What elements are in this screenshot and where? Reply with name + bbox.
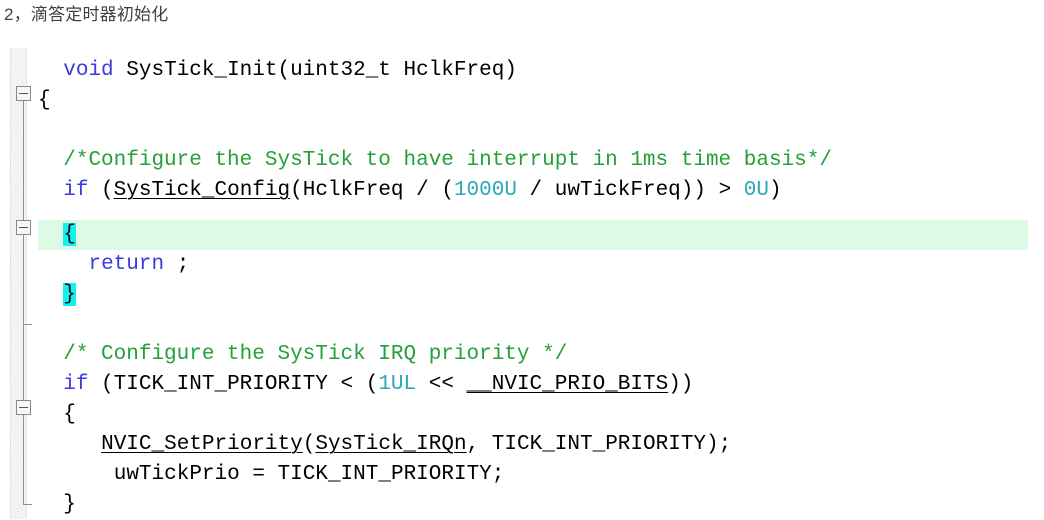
fold-if-block-1-collapse-icon[interactable] <box>16 220 31 235</box>
code-line[interactable]: return ; <box>38 250 189 280</box>
code-text: ; <box>164 253 190 276</box>
code-line[interactable]: { <box>38 86 51 116</box>
code-line[interactable]: /*Configure the SysTick to have interrup… <box>38 146 832 176</box>
code-line[interactable]: uwTickPrio = TICK_INT_PRIORITY; <box>38 460 505 490</box>
code-text: NVIC_SetPriority <box>101 433 303 456</box>
code-keyword: void <box>63 59 114 82</box>
code-text-area[interactable]: void SysTick_Init(uint32_t HclkFreq) { /*C… <box>0 48 1044 519</box>
code-comment: /*Configure the SysTick to have interrup… <box>63 149 832 172</box>
code-text: { <box>63 403 76 426</box>
current-line-highlight <box>38 220 1028 250</box>
code-number: 0U <box>743 179 770 202</box>
bracket-match-highlight: { <box>63 223 76 246</box>
code-text: (TICK_INT_PRIORITY < ( <box>88 373 379 396</box>
code-text: )) <box>668 373 694 396</box>
code-number: 1000U <box>453 179 517 202</box>
code-text: SysTick_Init(uint32_t HclkFreq) <box>113 59 517 82</box>
fold-function-body-collapse-icon[interactable] <box>16 86 31 101</box>
code-line[interactable]: { <box>38 220 76 250</box>
code-text: uwTickPrio = TICK_INT_PRIORITY; <box>113 463 505 486</box>
code-number: 1UL <box>378 373 417 396</box>
code-keyword: return <box>88 253 165 276</box>
code-text: ( <box>88 179 114 202</box>
code-text: SysTick_IRQn <box>315 433 467 456</box>
code-text: } <box>63 493 76 516</box>
code-keyword: if <box>63 373 89 396</box>
fold-tick-if-block-1-end <box>23 324 32 325</box>
bracket-match-highlight: } <box>63 283 76 306</box>
code-text: , TICK_INT_PRIORITY); <box>466 433 732 456</box>
code-line[interactable]: void SysTick_Init(uint32_t HclkFreq) <box>38 56 517 86</box>
code-text: << <box>416 373 467 396</box>
code-line[interactable]: /* Configure the SysTick IRQ priority */ <box>38 340 567 370</box>
code-text: SysTick_Config <box>113 179 291 202</box>
code-text: __NVIC_PRIO_BITS <box>466 373 669 396</box>
code-line[interactable]: { <box>38 400 76 430</box>
code-line[interactable]: } <box>38 490 76 520</box>
fold-spine-line <box>23 93 24 505</box>
code-text: ( <box>302 433 316 456</box>
fold-tick-if-block-2-end <box>23 504 32 505</box>
code-comment: /* Configure the SysTick IRQ priority */ <box>63 343 568 366</box>
code-line[interactable]: if (SysTick_Config(HclkFreq / (1000U / u… <box>38 176 782 206</box>
page-title: 2，滴答定时器初始化 <box>4 5 169 24</box>
code-line[interactable]: } <box>38 280 76 310</box>
code-text: { <box>38 89 51 112</box>
code-text: (HclkFreq / ( <box>290 179 454 202</box>
code-text: ) <box>769 179 782 202</box>
code-line[interactable]: if (TICK_INT_PRIORITY < (1UL << __NVIC_P… <box>38 370 693 400</box>
code-keyword: if <box>63 179 89 202</box>
code-editor[interactable]: void SysTick_Init(uint32_t HclkFreq) { /*C… <box>0 48 1044 519</box>
code-text: / uwTickFreq)) > <box>516 179 744 202</box>
fold-if-block-2-collapse-icon[interactable] <box>16 400 31 415</box>
code-line[interactable]: NVIC_SetPriority(SysTick_IRQn, TICK_INT_… <box>38 430 731 460</box>
